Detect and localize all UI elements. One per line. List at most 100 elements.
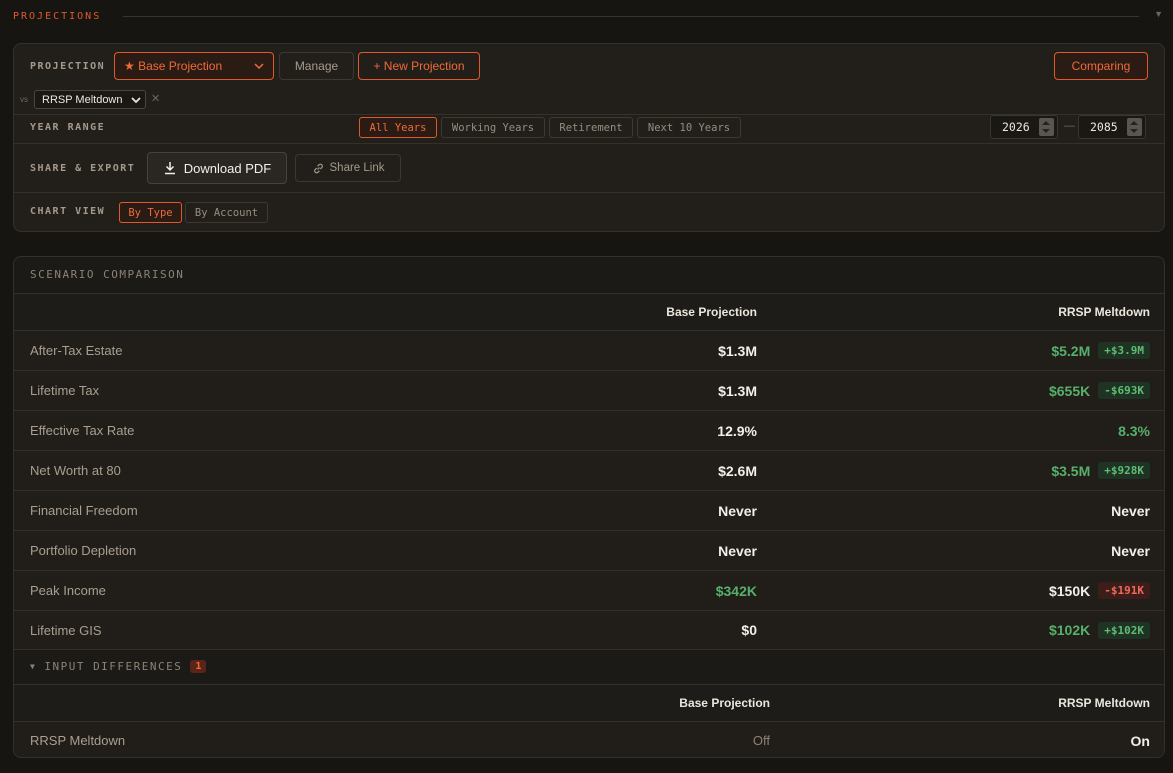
alt-value: $150K <box>1048 582 1091 599</box>
base-value: $342K <box>715 582 757 599</box>
delta-badge: +$3.9M <box>1098 342 1150 359</box>
download-icon <box>164 162 175 175</box>
table-row: Effective Tax Rate 12.9% 8.3% <box>14 410 1164 450</box>
projection-controls-panel: PROJECTION ★ Base Projection Manage + Ne… <box>13 43 1165 232</box>
table-row: After-Tax Estate $1.3M $5.2M +$3.9M <box>14 330 1164 370</box>
comparison-title: SCENARIO COMPARISON <box>30 268 185 281</box>
end-year-value: 2085 <box>1090 120 1118 134</box>
chip-next-10-years[interactable]: Next 10 Years <box>637 117 741 138</box>
chart-view-by-type[interactable]: By Type <box>119 202 182 223</box>
row-label: Peak Income <box>30 583 106 598</box>
manage-button[interactable]: Manage <box>279 52 354 80</box>
alt-value: Never <box>1111 502 1150 519</box>
section-divider <box>123 16 1139 17</box>
download-pdf-label: Download PDF <box>183 160 272 176</box>
row-label: Portfolio Depletion <box>30 543 137 558</box>
section-header: PROJECTIONS ▼ <box>13 9 1165 25</box>
compare-projection-select[interactable]: RRSP Meltdown <box>34 90 146 109</box>
end-year-input[interactable]: 2085 <box>1078 115 1146 139</box>
input-diff-header-row: Base Projection RRSP Meltdown <box>14 684 1164 721</box>
table-header-row: Base Projection RRSP Meltdown <box>14 293 1164 330</box>
base-value: Never <box>718 542 757 559</box>
vs-label: vs <box>20 95 28 104</box>
alt-value: Never <box>1111 542 1150 559</box>
link-icon <box>313 163 323 173</box>
row-label: Effective Tax Rate <box>30 423 135 438</box>
table-row: RRSP Meltdown Off On <box>14 721 1164 757</box>
alt-value-cell: $102K +$102K <box>1049 611 1150 649</box>
base-value: $1.3M <box>718 382 757 399</box>
table-row: Portfolio Depletion Never Never <box>14 530 1164 570</box>
start-year-input[interactable]: 2026 <box>990 115 1058 139</box>
alt-value-cell: $5.2M +$3.9M <box>1051 331 1150 370</box>
base-value: 12.9% <box>717 422 757 439</box>
divider <box>14 192 1164 193</box>
table-row: Peak Income $342K $150K -$191K <box>14 570 1164 610</box>
scenario-comparison-table: SCENARIO COMPARISON Base Projection RRSP… <box>13 256 1165 758</box>
alt-value: $3.5M <box>1051 462 1091 479</box>
chevron-down-icon <box>254 63 264 70</box>
alt-value: 8.3% <box>1118 422 1150 439</box>
delta-badge: +$102K <box>1098 621 1150 639</box>
delta-badge: +$928K <box>1098 462 1150 479</box>
column-header-base: Base Projection <box>679 696 770 710</box>
start-year-spinner-icon[interactable] <box>1039 118 1054 136</box>
input-differences-count-badge: 1 <box>190 660 207 673</box>
share-export-label: SHARE & EXPORT <box>30 163 136 174</box>
alt-value: $5.2M <box>1051 342 1091 359</box>
comparing-toggle-button[interactable]: Comparing <box>1054 52 1148 80</box>
column-header-alt: RRSP Meltdown <box>1058 305 1150 319</box>
delta-badge: -$693K <box>1098 382 1150 399</box>
caret-down-icon: ▼ <box>30 662 37 671</box>
base-value: $1.3M <box>718 342 757 359</box>
remove-comparison-icon[interactable]: ✕ <box>151 92 160 105</box>
projection-select-value: ★ Base Projection <box>124 59 223 73</box>
row-label: Lifetime GIS <box>30 622 102 638</box>
alt-value-cell: $150K -$191K <box>1049 571 1150 610</box>
alt-value: $655K <box>1048 382 1091 399</box>
chart-view-label: CHART VIEW <box>30 206 106 217</box>
projection-label: PROJECTION <box>30 61 106 72</box>
alt-value-cell: $655K -$693K <box>1049 371 1150 410</box>
start-year-value: 2026 <box>1002 120 1030 134</box>
divider <box>14 143 1164 144</box>
alt-value: $102K <box>1048 622 1091 638</box>
delta-badge: -$191K <box>1098 582 1150 599</box>
collapse-caret-icon[interactable]: ▼ <box>1154 9 1163 19</box>
end-year-spinner-icon[interactable] <box>1127 118 1142 136</box>
new-projection-button[interactable]: + New Projection <box>358 52 480 80</box>
alt-value: On <box>1130 732 1150 749</box>
base-value: $2.6M <box>718 462 757 479</box>
chip-working-years[interactable]: Working Years <box>441 117 545 138</box>
base-value: Never <box>718 502 757 519</box>
alt-value-cell: $3.5M +$928K <box>1051 451 1150 490</box>
chip-all-years[interactable]: All Years <box>359 117 437 138</box>
chevron-down-icon <box>131 97 141 104</box>
table-row: Financial Freedom Never Never <box>14 490 1164 530</box>
base-value: $0 <box>741 622 757 638</box>
column-header-alt: RRSP Meltdown <box>1058 696 1150 710</box>
input-differences-toggle[interactable]: ▼ INPUT DIFFERENCES 1 <box>14 649 1164 684</box>
compare-select-value: RRSP Meltdown <box>42 93 123 106</box>
row-label: Financial Freedom <box>30 503 138 518</box>
row-label: RRSP Meltdown <box>30 733 126 748</box>
section-title: PROJECTIONS <box>13 11 102 22</box>
table-row: Net Worth at 80 $2.6M $3.5M +$928K <box>14 450 1164 490</box>
table-row: Lifetime GIS $0 $102K +$102K <box>14 610 1164 649</box>
row-label: After-Tax Estate <box>30 343 123 358</box>
base-value: Off <box>752 733 770 748</box>
projection-select[interactable]: ★ Base Projection <box>114 52 274 80</box>
year-range-label: YEAR RANGE <box>30 122 106 133</box>
year-range-dash: — <box>1064 120 1075 132</box>
chart-view-by-account[interactable]: By Account <box>185 202 268 223</box>
input-differences-title: ▼ INPUT DIFFERENCES 1 <box>30 660 207 673</box>
chip-retirement[interactable]: Retirement <box>549 117 633 138</box>
row-label: Net Worth at 80 <box>30 463 121 478</box>
row-label: Lifetime Tax <box>30 383 100 398</box>
share-link-button[interactable]: Share Link <box>295 154 401 182</box>
download-pdf-button[interactable]: Download PDF <box>147 152 287 184</box>
share-link-label: Share Link <box>329 162 385 174</box>
table-row: Lifetime Tax $1.3M $655K -$693K <box>14 370 1164 410</box>
input-differences-label: INPUT DIFFERENCES <box>44 660 183 673</box>
column-header-base: Base Projection <box>666 305 757 319</box>
